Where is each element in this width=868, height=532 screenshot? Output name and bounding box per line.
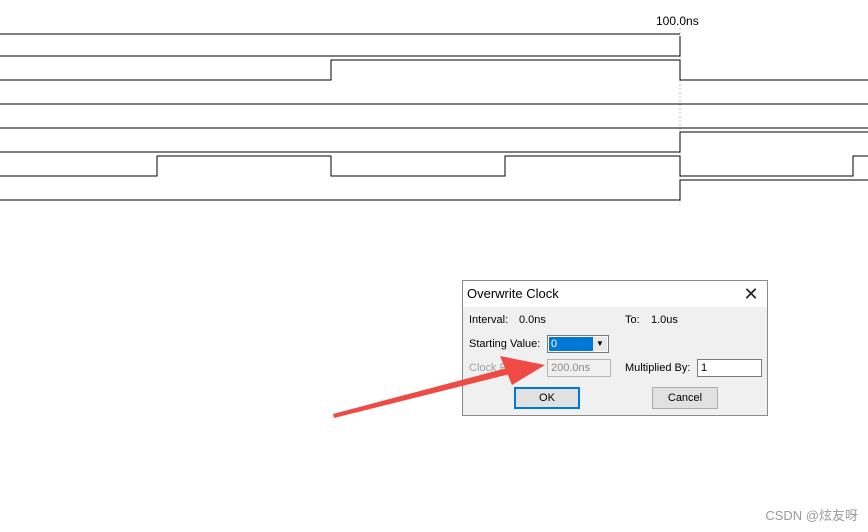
- cursor-time-label: 100.0ns: [656, 14, 699, 28]
- close-icon[interactable]: ✕: [741, 284, 761, 304]
- signal-wave-1[interactable]: [0, 36, 681, 57]
- clock-period-field[interactable]: 200.0ns: [547, 359, 611, 377]
- interval-value: 0.0ns: [519, 314, 546, 326]
- signal-wave-2[interactable]: [0, 59, 868, 81]
- interval-label: Interval:: [469, 314, 509, 326]
- dialog-title: Overwrite Clock: [467, 286, 559, 301]
- signal-wave-4b: [0, 131, 868, 153]
- multiplied-by-field[interactable]: 1: [697, 359, 762, 377]
- cancel-button[interactable]: Cancel: [652, 387, 718, 409]
- dialog-titlebar[interactable]: Overwrite Clock ✕: [463, 281, 767, 307]
- starting-value-selected: 0: [549, 337, 593, 351]
- waveform-editor-canvas: 100.0ns Overwrite Clock ✕ Interval: 0.0n…: [0, 0, 868, 532]
- watermark: CSDN @炫友呀: [765, 508, 858, 523]
- overwrite-clock-dialog: Overwrite Clock ✕ Interval: 0.0ns To: 1.…: [462, 280, 768, 416]
- starting-value-label: Starting Value:: [469, 338, 541, 350]
- ok-button[interactable]: OK: [514, 387, 580, 409]
- to-label: To:: [625, 314, 640, 326]
- signal-wave-6[interactable]: [0, 179, 868, 201]
- to-value: 1.0us: [651, 314, 678, 326]
- signal-wave-5[interactable]: [0, 155, 868, 177]
- multiplied-by-label: Multiplied By:: [625, 362, 691, 374]
- starting-value-select[interactable]: 0 ▼: [547, 335, 609, 353]
- waveform-display: [0, 28, 868, 205]
- clock-period-label: Clock Period:: [469, 362, 535, 374]
- chevron-down-icon[interactable]: ▼: [593, 337, 607, 351]
